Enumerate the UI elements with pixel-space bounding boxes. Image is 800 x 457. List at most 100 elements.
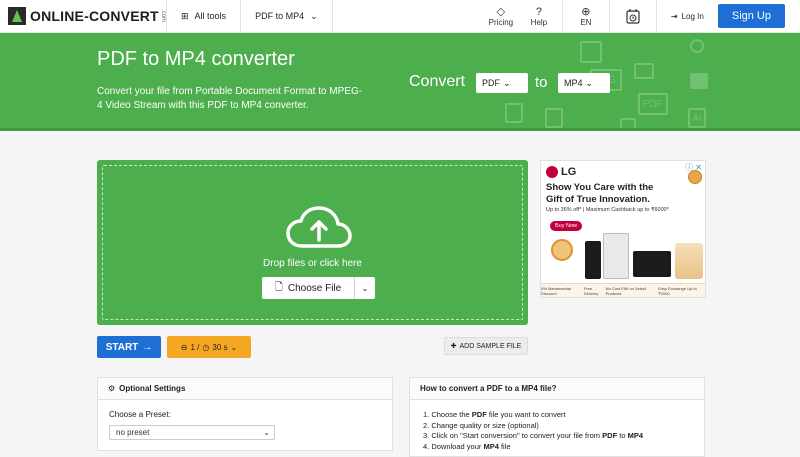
limits-dropdown[interactable]: ⊖ 1 / ◷ 30 s ⌄ [167,336,251,358]
hero-banner: JPG PDF Ai PDF to MP4 converter Convert … [0,33,800,131]
convert-label: Convert [409,73,466,90]
how-to-step: 3. Click on "Start conversion" to conver… [423,431,644,440]
all-tools-menu[interactable]: ⊞ All tools [167,0,242,33]
signup-button[interactable]: Sign Up [717,4,785,28]
source-format-value: PDF [482,78,500,88]
ai-deco-icon: Ai [688,108,706,128]
how-to-step: 1. Choose the PDF file you want to conve… [423,410,566,419]
nav-divider [561,0,563,33]
logo-text: ONLINE-CONVERT [30,8,159,24]
help-label: Help [530,17,548,27]
logo-icon [8,7,26,25]
ad-footer: 5% Mahamandal Discount Free Delivery No … [541,283,705,297]
how-to-step: 2. Change quality or size (optional) [423,420,539,430]
arrow-right-icon: → [142,341,153,353]
clock-icon: ◷ [202,342,210,352]
history-button[interactable] [614,0,652,33]
ad-offer-text: Up to 36% off* | Maximum Cashback up to … [546,207,669,213]
advertisement[interactable]: ⓘ ✕ LG Show You Care with the Gift of Tr… [540,160,706,298]
product-microwave-image [633,251,671,277]
converter-menu-label: PDF to MP4 [255,11,305,21]
ad-brand-name: LG [561,166,577,178]
image-deco-icon [634,63,654,79]
ad-footer-item: No Cost EMI on Select Products [605,285,647,296]
how-to-title: How to convert a PDF to a MP4 file? [420,384,557,393]
document-deco-icon [545,108,563,128]
help-button[interactable]: ? Help [520,0,558,33]
gift-decor-image [675,243,703,279]
chevron-down-icon: ⌄ [361,283,369,293]
login-label: Log In [681,11,704,21]
choose-file-label: Choose File [287,282,342,294]
converter-menu[interactable]: PDF to MP4 ⌄ [241,0,333,33]
how-to-header: How to convert a PDF to a MP4 file? [410,378,704,400]
start-button[interactable]: START → [97,336,161,358]
drop-zone-border: Drop files or click here 🗋 Choose File ⌄ [102,165,523,320]
chevron-down-icon: ⌄ [310,10,318,21]
site-logo[interactable]: ONLINE-CONVERT .com [0,0,167,33]
nav-divider [655,0,657,33]
files-limit-value: 1 / [190,342,200,352]
add-sample-file-label: ADD SAMPLE FILE [459,342,522,350]
ad-footer-item: Free Delivery [583,285,599,296]
language-label: EN [580,17,592,27]
file-add-icon: 🗋 [274,281,283,293]
language-button[interactable]: ⊕ EN [567,0,605,33]
start-label: START [105,341,139,353]
pricing-label: Pricing [488,17,514,27]
logo-suffix: .com [159,9,166,23]
top-navbar: ONLINE-CONVERT .com ⊞ All tools PDF to M… [0,0,800,33]
optional-settings-header: ⚙ Optional Settings [98,378,392,400]
files-limit-icon: ⊖ [180,342,188,352]
chevron-down-icon: ⌄ [503,77,511,88]
ad-headline: Show You Care with the Gift of True Inno… [546,182,654,205]
optional-settings-panel: ⚙ Optional Settings Choose a Preset: no … [97,377,393,451]
how-to-steps: 1. Choose the PDF file you want to conve… [423,410,643,452]
ad-footer-item: 5% Mahamandal Discount [541,285,572,296]
preset-select[interactable]: no preset ⌄ [109,425,275,440]
medal-icon [688,170,702,184]
target-format-select[interactable]: MP4 ⌄ [558,73,610,93]
gear-icon: ⚙ [108,384,116,393]
ad-brand-logo: LG [546,166,576,178]
nav-divider [608,0,610,33]
all-tools-label: All tools [194,11,227,21]
circle-deco-icon [690,39,704,53]
upload-source-dropdown[interactable]: ⌄ [355,277,375,299]
preset-label: Choose a Preset: [109,410,171,419]
product-speaker-image [585,241,601,279]
cloud-upload-icon [286,206,352,248]
drop-instructions: Drop files or click here [263,258,362,269]
ad-footer-item: Easy Exchange Up to ₹2000 [658,285,697,296]
clock-calendar-icon [626,9,640,24]
globe-icon: ⊕ [581,5,591,18]
source-format-select[interactable]: PDF ⌄ [476,73,528,93]
plus-icon: ✚ [450,343,457,350]
product-purifier-image [603,233,629,279]
file-drop-zone[interactable]: Drop files or click here 🗋 Choose File ⌄ [97,160,528,325]
choose-file-main[interactable]: 🗋 Choose File [262,277,355,299]
document-deco-icon [580,41,602,63]
chevron-down-icon: ⌄ [230,342,238,352]
offer-badge-icon [551,239,573,261]
page-subtitle: Convert your file from Portable Document… [97,86,363,111]
chevron-down-icon: ⌄ [263,428,270,437]
optional-settings-title: Optional Settings [119,384,186,393]
chart-deco-icon [690,73,708,89]
chevron-down-icon: ⌄ [585,77,594,88]
choose-file-button[interactable]: 🗋 Choose File ⌄ [262,277,375,299]
lg-logo-icon [546,166,558,178]
page-title: PDF to MP4 converter [97,48,295,70]
ad-buy-now-button[interactable]: Buy Now [550,221,583,231]
pricing-button[interactable]: ◇ Pricing [482,0,520,33]
to-label: to [535,74,548,91]
add-sample-file-button[interactable]: ✚ ADD SAMPLE FILE [444,337,528,355]
login-link[interactable]: ⇥ Log In [661,12,714,21]
document-deco-icon [505,103,523,123]
tag-icon: ◇ [496,5,506,18]
how-to-panel: How to convert a PDF to a MP4 file? 1. C… [409,377,705,457]
hero-stripe [0,128,800,131]
target-format-value: MP4 [564,78,583,88]
preset-value: no preset [116,428,150,437]
login-icon: ⇥ [670,11,678,21]
